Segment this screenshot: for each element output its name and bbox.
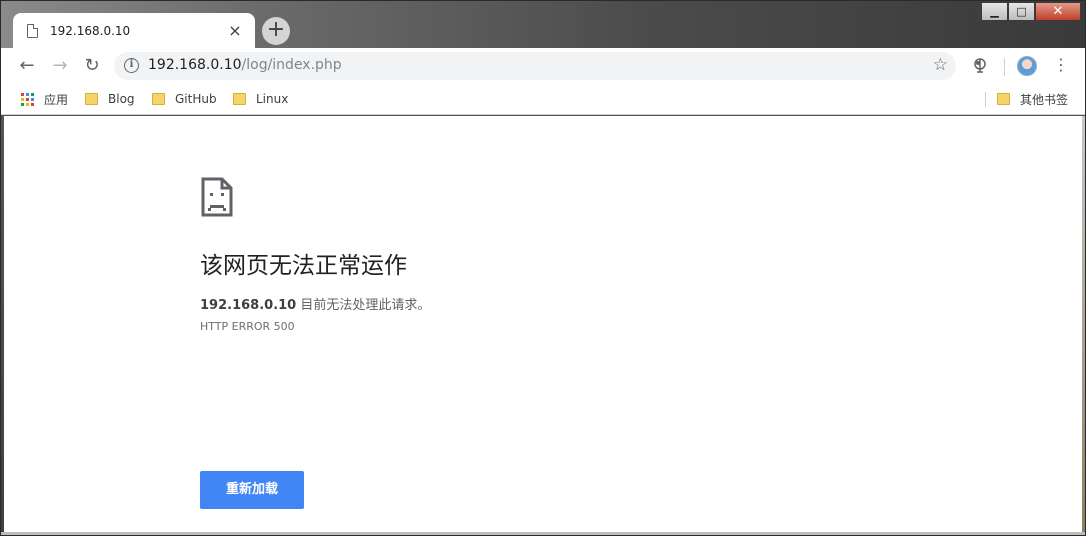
apps-grid-icon (21, 92, 34, 106)
error-message: 目前无法处理此请求。 (296, 298, 431, 313)
tab-strip: 192.168.0.10 × + ▁ □ ✕ (1, 1, 1085, 48)
reload-button[interactable]: ↻ (80, 54, 104, 78)
apps-grid-dot (26, 92, 29, 96)
bookmark-other[interactable]: 其他书签 (997, 90, 1068, 108)
maximize-button[interactable]: □ (1008, 2, 1035, 21)
window-bottom-edge (1, 532, 1085, 535)
apps-grid-dot (31, 102, 34, 106)
reload-page-button[interactable]: 重新加载 (200, 471, 304, 509)
extension-icon[interactable] (972, 58, 988, 74)
sad-page-icon (201, 177, 233, 217)
folder-icon (85, 93, 98, 105)
apps-grid-dot (26, 97, 29, 101)
bookmark-github[interactable]: GitHub (152, 90, 217, 108)
window-controls: ▁ □ ✕ (981, 2, 1081, 21)
profile-avatar[interactable] (1017, 56, 1037, 76)
folder-icon (152, 93, 165, 105)
star-icon[interactable]: ☆ (933, 55, 948, 75)
error-page: 该网页无法正常运作 192.168.0.10 目前无法处理此请求。 HTTP E… (4, 116, 1082, 532)
back-button[interactable]: ← (15, 54, 39, 78)
page-icon (27, 23, 38, 38)
bookmark-apps[interactable]: 应用 (21, 90, 68, 108)
tab-title: 192.168.0.10 (50, 23, 131, 38)
minimize-button[interactable]: ▁ (981, 2, 1008, 21)
apps-grid-dot (21, 102, 24, 106)
apps-grid-dot (26, 102, 29, 106)
error-code: HTTP ERROR 500 (200, 320, 295, 333)
bookmark-label: Blog (108, 92, 135, 106)
info-icon[interactable]: i (124, 58, 139, 73)
close-window-button[interactable]: ✕ (1035, 2, 1081, 21)
bookmark-apps-label: 应用 (44, 92, 69, 107)
close-tab-icon[interactable]: × (227, 22, 243, 39)
active-tab[interactable]: 192.168.0.10 × (13, 13, 255, 48)
bookmarks-divider (985, 92, 986, 107)
forward-button[interactable]: → (48, 54, 72, 78)
folder-icon (997, 93, 1010, 105)
apps-grid-dot (31, 92, 34, 96)
bookmark-other-label: 其他书签 (1020, 92, 1069, 107)
bookmarks-bar: 应用 Blog GitHub Linux 其他书签 (1, 84, 1085, 115)
error-host: 192.168.0.10 (200, 298, 297, 313)
error-detail: 192.168.0.10 目前无法处理此请求。 (200, 294, 430, 313)
bookmark-blog[interactable]: Blog (85, 90, 135, 108)
toolbar: ← → ↻ i 192.168.0.10/log/index.php ☆ ⋮ (1, 48, 1085, 84)
new-tab-button[interactable]: + (262, 17, 290, 45)
window-edge (1082, 116, 1085, 535)
apps-grid-dot (31, 97, 34, 101)
url-text[interactable]: 192.168.0.10/log/index.php (148, 57, 342, 73)
error-title: 该网页无法正常运作 (200, 253, 407, 279)
bookmark-linux[interactable]: Linux (233, 90, 288, 108)
folder-icon (233, 93, 246, 105)
menu-icon[interactable]: ⋮ (1053, 53, 1069, 77)
url-path: /log/index.php (241, 57, 342, 73)
browser-window: 192.168.0.10 × + ▁ □ ✕ ← → ↻ i 192.168.0… (0, 0, 1086, 536)
apps-grid-dot (21, 92, 24, 96)
bookmark-label: GitHub (175, 92, 217, 106)
address-bar[interactable]: i 192.168.0.10/log/index.php ☆ (114, 52, 956, 80)
url-host: 192.168.0.10 (148, 57, 242, 73)
bookmark-label: Linux (256, 92, 289, 106)
toolbar-divider (1004, 58, 1005, 76)
apps-grid-dot (21, 97, 24, 101)
